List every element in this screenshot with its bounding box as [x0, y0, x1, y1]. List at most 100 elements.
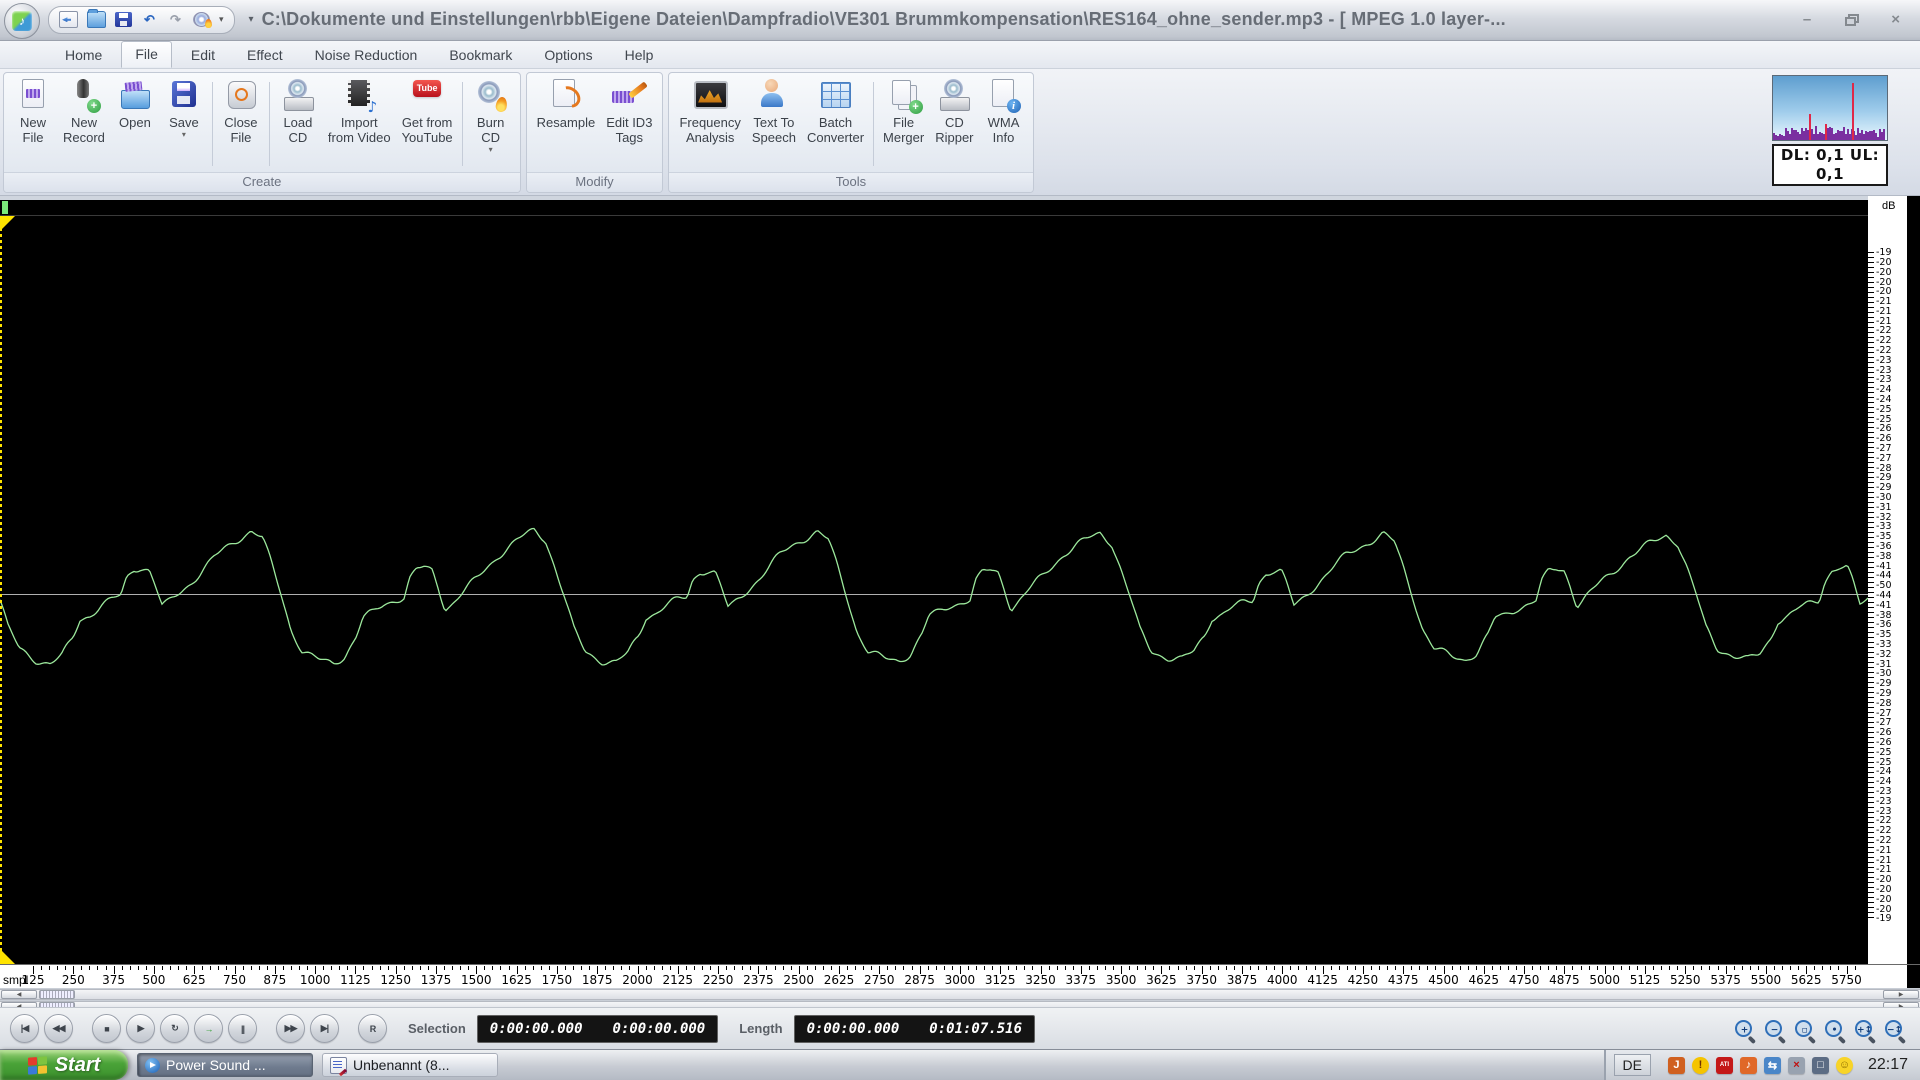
taskbar-task-unbenannt[interactable]: Unbenannt (8... — [322, 1053, 498, 1077]
cursor-marker-bottom-icon[interactable] — [0, 949, 15, 964]
zoom-vertical-out-button[interactable]: −↕ — [1880, 1016, 1906, 1042]
qat-dropdown-caret-icon[interactable]: ▾ — [219, 14, 224, 25]
play-cursor[interactable] — [2, 201, 8, 214]
volume-icon[interactable]: ♪ — [1740, 1057, 1757, 1074]
scroll-left-button[interactable]: ◀ — [1, 990, 37, 999]
rewind-button[interactable]: ◀◀ — [44, 1014, 73, 1043]
zoom-selection-button[interactable]: ▫ — [1790, 1016, 1816, 1042]
waveform-panel: dB -19-20-20-20-20-21-21-21-22-22-22-23-… — [0, 196, 1920, 964]
loop-button[interactable]: ↻ — [160, 1014, 189, 1043]
ruler-tick — [694, 966, 695, 970]
minimize-button[interactable]: – — [1803, 12, 1811, 27]
get-from-youtube-button[interactable]: Get fromYouTube — [397, 76, 458, 173]
ruler-tick — [178, 966, 179, 970]
remote-session-icon[interactable]: □ — [1812, 1057, 1829, 1074]
batch-converter-button[interactable]: BatchConverter — [802, 76, 869, 173]
menu-edit[interactable]: Edit — [178, 43, 228, 68]
menu-noise-reduction[interactable]: Noise Reduction — [302, 43, 431, 68]
text-to-speech-button[interactable]: Text ToSpeech — [747, 76, 801, 173]
menu-help[interactable]: Help — [612, 43, 667, 68]
db-label: -31 — [1876, 503, 1904, 513]
zoom-vertical-in-button[interactable]: +↕ — [1850, 1016, 1876, 1042]
close-button[interactable]: × — [1891, 12, 1900, 27]
pause-button[interactable]: || — [228, 1014, 257, 1043]
close-file-button[interactable]: CloseFile — [217, 76, 265, 173]
record-button[interactable]: R — [358, 1014, 387, 1043]
security-alert-icon[interactable]: ! — [1692, 1057, 1709, 1074]
ruler-tick — [1621, 966, 1622, 970]
position-strip[interactable] — [0, 200, 1868, 216]
ruler-tick — [1452, 966, 1453, 970]
wma-info-button[interactable]: WMAInfo — [980, 76, 1028, 173]
language-indicator[interactable]: DE — [1614, 1054, 1651, 1076]
save-button[interactable]: Save▾ — [160, 76, 208, 173]
new-file-button[interactable]: NewFile — [9, 76, 57, 173]
ruler-tick — [928, 966, 929, 970]
taskbar-task-power-sound[interactable]: Power Sound ... — [137, 1053, 313, 1077]
play-forward-button[interactable]: → — [194, 1014, 223, 1043]
open-button[interactable]: Open — [111, 76, 159, 173]
fast-forward-button[interactable]: ▶▶ — [276, 1014, 305, 1043]
ruler-tick — [1057, 966, 1058, 970]
horizontal-scrollbar[interactable]: ◀ ▶ — [0, 989, 1920, 1000]
save-icon[interactable] — [115, 12, 132, 27]
load-cd-button[interactable]: LoadCD — [274, 76, 322, 173]
ati-icon[interactable]: ATI — [1716, 1057, 1733, 1074]
go-end-button[interactable]: ▶| — [310, 1014, 339, 1043]
scroll-right-button[interactable]: ▶ — [1883, 990, 1919, 999]
ruler-label: 4750 — [1509, 973, 1540, 987]
resample-button[interactable]: Resample — [532, 76, 601, 173]
menu-home[interactable]: Home — [52, 43, 115, 68]
qat-customize-caret-icon[interactable]: ▾ — [249, 14, 254, 25]
stop-button[interactable]: ■ — [92, 1014, 121, 1043]
zoom-in-button[interactable]: + — [1730, 1016, 1756, 1042]
zoom-full-button[interactable]: • — [1820, 1016, 1846, 1042]
ribbon-group-title: Create — [4, 172, 520, 192]
open-file-icon[interactable] — [59, 11, 78, 28]
zoom-out-button[interactable]: − — [1760, 1016, 1786, 1042]
ruler-label: 2750 — [864, 973, 895, 987]
db-label: -20 — [1876, 885, 1904, 895]
ruler-tick — [97, 966, 98, 970]
file-merger-button[interactable]: FileMerger — [878, 76, 929, 173]
app-menu-button[interactable]: ♪ — [4, 3, 40, 39]
ruler-tick — [1129, 966, 1130, 970]
undo-icon[interactable]: ↶ — [141, 12, 158, 27]
ruler-tick — [815, 966, 816, 970]
db-label: -22 — [1876, 836, 1904, 846]
menu-bookmark[interactable]: Bookmark — [436, 43, 525, 68]
menu-file[interactable]: File — [121, 41, 172, 68]
play-button[interactable]: ▶ — [126, 1014, 155, 1043]
redo-icon[interactable]: ↷ — [167, 12, 184, 27]
ruler-label: 3875 — [1227, 973, 1258, 987]
network-disconnected-icon[interactable]: × — [1788, 1057, 1805, 1074]
go-start-button[interactable]: |◀ — [10, 1014, 39, 1043]
edit-id3-tags-button[interactable]: Edit ID3Tags — [601, 76, 657, 173]
cursor-marker-top-icon[interactable] — [0, 216, 15, 231]
frequency-analysis-button[interactable]: FrequencyAnalysis — [674, 76, 745, 173]
newrecord-icon — [65, 78, 103, 113]
start-button[interactable]: Start — [0, 1050, 128, 1080]
ruler-tick — [734, 966, 735, 970]
scrollbar-grip[interactable] — [39, 990, 75, 999]
restore-button[interactable] — [1845, 14, 1857, 25]
waveform-canvas[interactable] — [0, 196, 1868, 964]
network-activity-icon[interactable]: ⇆ — [1764, 1057, 1781, 1074]
burn-icon[interactable] — [193, 12, 210, 27]
timeline-ruler[interactable]: smpl125250375500625750875100011251250137… — [0, 964, 1920, 988]
menu-effect[interactable]: Effect — [234, 43, 296, 68]
ruler-tick — [903, 966, 904, 970]
messenger-icon[interactable]: ☺ — [1836, 1057, 1853, 1074]
menu-options[interactable]: Options — [531, 43, 605, 68]
java-icon[interactable]: J — [1668, 1057, 1685, 1074]
ruler-label: 1125 — [340, 973, 371, 987]
new-record-button[interactable]: NewRecord — [58, 76, 110, 173]
spectrum-spike — [1883, 129, 1885, 139]
db-label: -20 — [1876, 268, 1904, 278]
import-from-video-button[interactable]: Importfrom Video — [323, 76, 396, 173]
cd-ripper-button[interactable]: CDRipper — [930, 76, 978, 173]
burn-cd-button[interactable]: BurnCD▾ — [467, 76, 515, 173]
ruler-tick — [420, 966, 421, 970]
open-folder-icon[interactable] — [87, 11, 106, 28]
ruler-tick — [509, 966, 510, 970]
